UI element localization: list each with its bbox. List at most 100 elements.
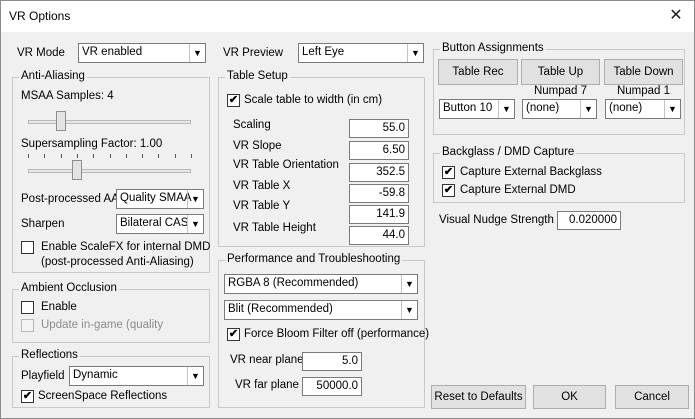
sharpen-select[interactable]: Bilateral CAS ▼ [116,214,204,234]
capture-backglass-checkbox[interactable]: ✔ [442,166,455,179]
near-plane-input[interactable]: 5.0 [302,352,362,371]
vr-preview-value: Left Eye [302,46,345,58]
capture-dmd-label: Capture External DMD [460,184,576,196]
chevron-down-icon: ▼ [407,44,423,62]
far-plane-input[interactable]: 50000.0 [302,377,362,396]
vr-preview-label: VR Preview [223,47,284,59]
window-title: VR Options [9,9,71,23]
table-up-key: Numpad 7 [533,85,588,97]
chevron-down-icon: ▼ [401,275,417,293]
slider-tick [76,154,78,158]
ssr-checkbox[interactable]: ✔ [21,390,34,403]
chevron-down-icon: ▼ [401,301,417,319]
playfield-value: Dynamic [73,369,118,381]
scaling-input[interactable]: 55.0 [349,119,409,138]
slider-tick [174,154,176,158]
table-up-button[interactable]: Table Up [521,59,600,85]
slider-tick [28,154,29,158]
ok-button[interactable]: OK [533,385,606,409]
sharpen-value: Bilateral CAS [120,217,189,229]
table-rec-select[interactable]: Button 10 ▼ [439,99,515,119]
chevron-down-icon: ▼ [189,44,205,62]
vr-table-orientation-label: VR Table Orientation [233,159,339,171]
render-format-select[interactable]: RGBA 8 (Recommended) ▼ [224,274,418,294]
vr-table-x-input[interactable]: -59.8 [349,184,409,203]
msaa-slider-thumb[interactable] [55,111,66,131]
ambient-occlusion-group: Ambient Occlusion [12,282,210,343]
table-down-button[interactable]: Table Down [604,59,683,85]
ambient-occlusion-legend: Ambient Occlusion [19,282,119,294]
ao-update-checkbox[interactable] [21,319,34,332]
backglass-legend: Backglass / DMD Capture [440,146,577,158]
table-down-select[interactable]: (none) ▼ [605,99,681,119]
slider-tick [142,154,144,158]
render-format-value: RGBA 8 (Recommended) [228,277,359,289]
blit-mode-value: Blit (Recommended) [228,303,333,315]
scalefx-checkbox[interactable] [21,241,34,254]
scalefx-label: Enable ScaleFX for internal DMD [41,241,211,253]
chevron-down-icon: ▼ [187,367,203,385]
capture-dmd-checkbox[interactable]: ✔ [442,184,455,197]
slider-tick [158,154,160,158]
ao-enable-checkbox[interactable] [21,301,34,314]
table-rec-value: Button 10 [443,102,493,114]
check-icon: ✔ [443,184,454,196]
bloom-off-checkbox[interactable]: ✔ [227,328,240,341]
ao-update-label: Update in-game (quality [41,319,164,331]
scale-table-checkbox[interactable]: ✔ [227,94,240,107]
msaa-label: MSAA Samples: 4 [21,90,114,102]
postprocessed-aa-label: Post-processed AA [21,193,119,205]
vr-mode-select[interactable]: VR enabled ▼ [78,43,206,63]
ssr-label: ScreenSpace Reflections [38,390,168,402]
table-up-select[interactable]: (none) ▼ [522,99,597,119]
vr-mode-label: VR Mode [17,47,65,59]
title-bar: VR Options ✕ [1,1,694,32]
supersampling-slider-thumb[interactable] [71,160,82,180]
vr-slope-input[interactable]: 6.50 [349,141,409,160]
nudge-strength-input[interactable]: 0.020000 [557,211,621,230]
slider-tick [191,154,192,158]
postprocessed-aa-select[interactable]: Quality SMAA ▼ [116,189,204,209]
ao-enable-label: Enable [41,301,77,313]
check-icon: ✔ [22,390,33,402]
table-up-value: (none) [526,102,560,114]
button-assignments-legend: Button Assignments [440,42,546,54]
vr-slope-label: VR Slope [233,140,282,152]
slider-tick [109,154,111,158]
check-icon: ✔ [228,328,239,340]
table-down-value: (none) [609,102,643,114]
vr-table-height-label: VR Table Height [233,222,316,234]
chevron-down-icon: ▼ [187,190,203,208]
capture-backglass-label: Capture External Backglass [460,166,602,178]
reflections-legend: Reflections [19,349,80,361]
blit-mode-select[interactable]: Blit (Recommended) ▼ [224,300,418,320]
scaling-label: Scaling [233,119,271,131]
check-icon: ✔ [443,166,454,178]
nudge-strength-label: Visual Nudge Strength [439,214,554,226]
vr-preview-select[interactable]: Left Eye ▼ [298,43,424,63]
chevron-down-icon: ▼ [498,100,514,118]
vr-table-height-input[interactable]: 44.0 [349,226,409,245]
sharpen-label: Sharpen [21,218,65,230]
table-setup-legend: Table Setup [225,70,290,82]
scale-table-label: Scale table to width (in cm) [244,94,383,106]
cancel-button[interactable]: Cancel [615,385,689,409]
vr-table-orientation-input[interactable]: 352.5 [349,163,409,182]
postprocessed-aa-value: Quality SMAA [120,192,192,204]
supersampling-slider-track[interactable] [28,169,191,173]
vr-table-y-input[interactable]: 141.9 [349,205,409,224]
vr-mode-value: VR enabled [82,46,143,58]
far-plane-label: VR far plane [235,379,299,391]
slider-tick [93,154,95,158]
check-icon: ✔ [228,94,239,106]
near-plane-label: VR near plane [230,354,304,366]
chevron-down-icon: ▼ [580,100,596,118]
msaa-slider-track[interactable] [28,120,191,124]
chevron-down-icon: ▼ [187,215,203,233]
playfield-select[interactable]: Dynamic ▼ [69,366,204,386]
chevron-down-icon: ▼ [664,100,680,118]
reset-defaults-button[interactable]: Reset to Defaults [431,385,526,409]
table-rec-button[interactable]: Table Rec [438,59,518,85]
close-icon[interactable]: ✕ [666,6,686,26]
supersampling-label: Supersampling Factor: 1.00 [21,138,163,150]
